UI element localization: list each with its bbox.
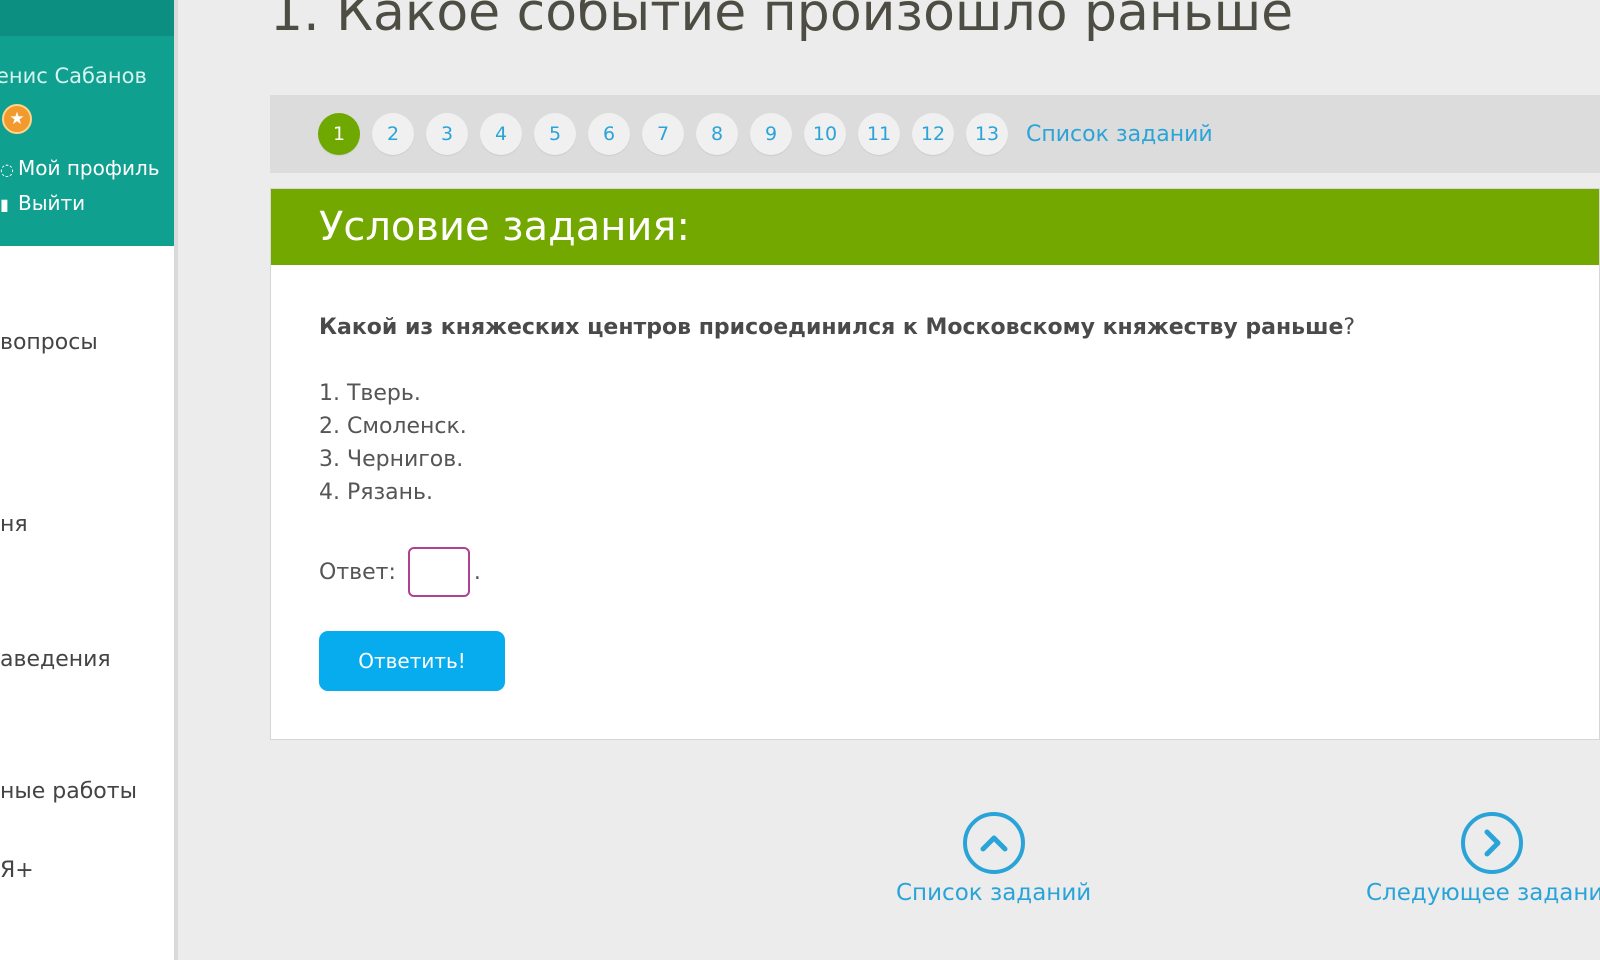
sidebar-item-institutions[interactable]: аведения: [0, 647, 111, 672]
logout-icon: ▮: [0, 195, 9, 214]
task-number-12[interactable]: 12: [912, 113, 954, 155]
logout-link[interactable]: ▮ Выйти: [0, 191, 85, 215]
logout-label: Выйти: [18, 191, 86, 215]
task-number-3[interactable]: 3: [426, 113, 468, 155]
my-profile-label: Мой профиль: [18, 156, 160, 180]
question-body: Какой из княжеских центров присоединился…: [319, 315, 1344, 340]
task-condition-header: Условие задания:: [271, 189, 1599, 265]
task-number-4[interactable]: 4: [480, 113, 522, 155]
task-number-9[interactable]: 9: [750, 113, 792, 155]
user-panel: енис Сабанов ★ ◌ Мой профиль ▮ Выйти: [0, 36, 174, 246]
option-2: 2. Смоленск.: [319, 414, 467, 439]
sidebar-item-2[interactable]: ня: [0, 512, 28, 537]
task-pagination: 1 2 3 4 5 6 7 8 9 10 11 12 13 Список зад…: [270, 95, 1600, 173]
task-number-10[interactable]: 10: [804, 113, 846, 155]
answer-label: Ответ:: [319, 559, 396, 585]
star-icon: ★: [2, 104, 32, 134]
bottom-task-list-link[interactable]: Список заданий: [896, 812, 1091, 906]
task-list-link[interactable]: Список заданий: [1026, 122, 1213, 147]
answer-input[interactable]: [407, 547, 470, 597]
answer-row: Ответ: .: [319, 547, 481, 597]
task-panel: Условие задания: Какой из княжеских цент…: [270, 188, 1600, 740]
answer-options: 1. Тверь. 2. Смоленск. 3. Чернигов. 4. Р…: [319, 377, 467, 509]
task-number-2[interactable]: 2: [372, 113, 414, 155]
my-profile-link[interactable]: ◌ Мой профиль: [0, 156, 160, 180]
option-4: 4. Рязань.: [319, 480, 434, 505]
sidebar-item-plus[interactable]: Я+: [0, 858, 34, 883]
task-number-6[interactable]: 6: [588, 113, 630, 155]
sidebar-item-questions[interactable]: вопросы: [0, 330, 98, 355]
profile-icon: ◌: [0, 160, 14, 179]
task-number-5[interactable]: 5: [534, 113, 576, 155]
page-title: 1. Какое событие произошло раньше: [270, 0, 1294, 43]
chevron-up-icon: [962, 812, 1025, 874]
chevron-up-svg: [980, 835, 1008, 852]
task-number-13[interactable]: 13: [966, 113, 1008, 155]
task-number-8[interactable]: 8: [696, 113, 738, 155]
sidebar: енис Сабанов ★ ◌ Мой профиль ▮ Выйти вопро…: [0, 0, 178, 960]
next-task-link[interactable]: Следующее задание: [1366, 812, 1600, 906]
bottom-task-list-label: Список заданий: [896, 880, 1092, 906]
option-1: 1. Тверь.: [319, 381, 421, 406]
sidebar-top-bar: [0, 0, 174, 36]
task-number-7[interactable]: 7: [642, 113, 684, 155]
question-mark: ?: [1343, 315, 1356, 340]
sidebar-item-works[interactable]: ные работы: [0, 779, 137, 804]
question-text: Какой из княжеских центров присоединился…: [319, 315, 1355, 340]
chevron-right-svg: [1484, 829, 1501, 857]
answer-suffix: .: [473, 559, 481, 585]
task-number-1[interactable]: 1: [318, 113, 360, 155]
task-number-11[interactable]: 11: [858, 113, 900, 155]
submit-answer-button[interactable]: Ответить!: [319, 631, 505, 691]
next-task-label: Следующее задание: [1366, 880, 1600, 906]
chevron-right-icon: [1460, 812, 1523, 874]
option-3: 3. Чернигов.: [319, 447, 464, 472]
user-name: енис Сабанов: [0, 64, 147, 88]
